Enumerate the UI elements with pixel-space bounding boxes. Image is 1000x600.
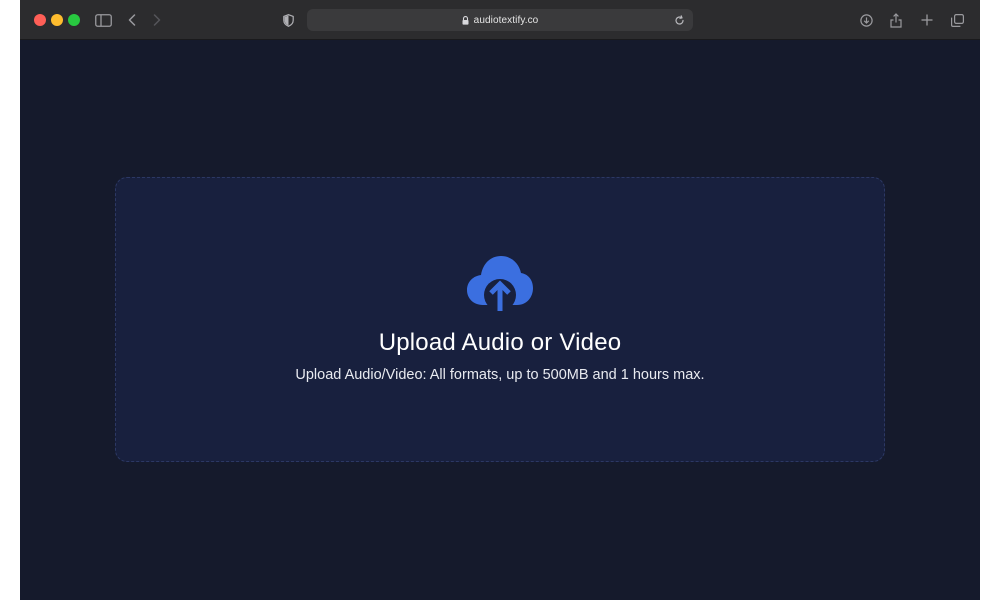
share-icon[interactable]: [888, 10, 904, 30]
sidebar-icon[interactable]: [93, 10, 113, 30]
upload-title: Upload Audio or Video: [378, 329, 622, 356]
url-text: audiotextify.co: [473, 14, 539, 26]
upload-subtitle: Upload Audio/Video: All formats, up to 5…: [295, 367, 705, 383]
upload-dropzone[interactable]: Upload Audio or Video Upload Audio/Video…: [115, 177, 885, 462]
tab-overview-icon[interactable]: [949, 10, 965, 30]
browser-toolbar: audiotextify.co: [20, 0, 980, 40]
close-window-button[interactable]: [34, 14, 46, 26]
minimize-window-button[interactable]: [51, 14, 63, 26]
address-bar[interactable]: audiotextify.co: [307, 9, 693, 31]
browser-window: audiotextify.co Upload Audio or Video Up…: [20, 0, 980, 600]
back-arrow-icon[interactable]: [126, 10, 138, 30]
download-icon[interactable]: [858, 10, 874, 30]
forward-arrow-icon[interactable]: [151, 10, 163, 30]
reload-icon[interactable]: [671, 12, 687, 28]
zoom-window-button[interactable]: [68, 14, 80, 26]
lock-icon: [462, 15, 469, 25]
privacy-shield-icon[interactable]: [281, 10, 295, 30]
cloud-upload-icon: [465, 253, 535, 317]
page-content: Upload Audio or Video Upload Audio/Video…: [20, 40, 980, 600]
plus-icon[interactable]: [919, 10, 935, 30]
